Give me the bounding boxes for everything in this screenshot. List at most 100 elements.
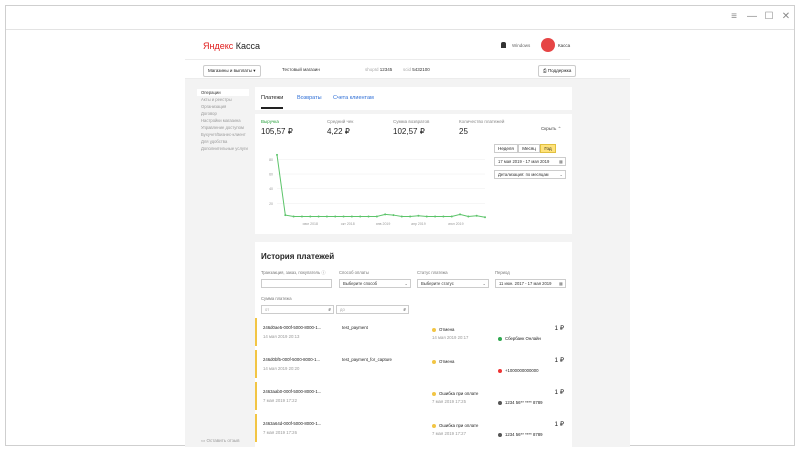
amount-label: Сумма платежа [261, 296, 292, 301]
payment-status-date: 7 мая 2019 17:27 [432, 431, 466, 436]
payment-amount: 1 ₽ [554, 357, 564, 364]
data-point[interactable] [392, 214, 395, 217]
window-titlebar: ≡ — ☐ ✕ [6, 6, 794, 30]
payment-id: 2463aab0-000f-5000-8000-1... [263, 389, 322, 394]
stat-label-refunds[interactable]: Сумма возвратов [393, 119, 429, 124]
data-point[interactable] [367, 215, 370, 218]
maximize-icon[interactable]: ☐ [763, 11, 775, 23]
amount-from-placeholder: от [265, 307, 270, 312]
sidebar-item-operations[interactable]: Операции [197, 89, 249, 96]
support-button[interactable]: ⎙ Поддержка [538, 65, 577, 77]
ruble-icon: ₽ [328, 307, 331, 312]
table-row[interactable]: 2463aab0-000f-5000-8000-1... 7 мая 2019 1… [255, 382, 572, 410]
data-point[interactable] [425, 215, 428, 218]
payment-method: 1234 56** **** 8789 [505, 432, 543, 437]
y-tick-label: 80 [269, 158, 273, 162]
data-point[interactable] [475, 214, 478, 217]
x-tick-label: июл 2018 [303, 222, 318, 226]
data-point[interactable] [442, 215, 445, 218]
data-point[interactable] [359, 215, 362, 218]
data-point[interactable] [400, 215, 403, 218]
method-select[interactable]: Выберите способ ⌄ [339, 279, 411, 288]
date-range-input[interactable]: 17 мая 2019 - 17 мая 2019 ▦ [494, 157, 566, 166]
period-month[interactable]: Месяц [518, 144, 540, 153]
data-point[interactable] [467, 215, 470, 218]
table-row[interactable]: 246d0ae5-000f-5000-8000-1... 14 мая 2019 … [255, 318, 572, 346]
y-tick-label: 20 [269, 202, 273, 206]
tab-invoices[interactable]: Счета клиентам [333, 95, 374, 101]
filter-period-label: Период [495, 270, 510, 275]
sidebar-item-organization[interactable]: Организация [197, 103, 249, 110]
close-icon[interactable]: ✕ [780, 11, 792, 23]
feedback-link[interactable]: ▭ Оставить отзыв [201, 438, 240, 444]
stat-label-revenue[interactable]: Выручка [261, 119, 279, 124]
data-point[interactable] [276, 153, 278, 156]
sidebar-item-convenience[interactable]: Для удобства [197, 138, 249, 145]
data-point[interactable] [384, 213, 387, 216]
test-shop-label: Тестовый магазин [282, 67, 320, 72]
payment-status: Отмена [439, 359, 455, 364]
revenue-chart: 80 60 40 20 июл 2018 окт 2018 янв 2019 апр 2019… [269, 153, 486, 226]
logo[interactable]: Яндекс Касса [203, 41, 260, 51]
sidebar-item-services[interactable]: Дополнительные услуги [197, 145, 249, 152]
filter-search-label-text: Транзакция, заказ, покупатель [261, 270, 321, 275]
sidebar-item-contract[interactable]: Договор [197, 110, 249, 117]
data-point[interactable] [292, 215, 295, 218]
data-point[interactable] [459, 213, 462, 216]
period-week[interactable]: Неделя [494, 144, 518, 153]
data-point[interactable] [409, 215, 412, 218]
data-point[interactable] [434, 215, 437, 218]
minimize-icon[interactable]: — [746, 11, 758, 23]
data-point[interactable] [350, 215, 353, 218]
data-point[interactable] [342, 215, 345, 218]
data-point[interactable] [325, 215, 328, 218]
data-point[interactable] [375, 215, 378, 218]
amount-to-input[interactable]: до ₽ [336, 305, 409, 314]
y-tick-label: 40 [269, 187, 273, 191]
data-point[interactable] [450, 215, 453, 218]
amount-from-input[interactable]: от ₽ [261, 305, 334, 314]
detail-select[interactable]: Детализация: по месяцам ⌄ [494, 170, 566, 179]
bell-icon[interactable] [501, 42, 506, 48]
filter-method-label: Способ оплаты [339, 270, 369, 275]
data-point[interactable] [334, 215, 337, 218]
date-range-value: 17 мая 2019 - 17 мая 2019 [498, 159, 550, 164]
x-tick-label: апр 2019 [411, 222, 426, 226]
data-point[interactable] [309, 215, 312, 218]
data-point[interactable] [417, 214, 420, 217]
period-input[interactable]: 11 июн. 2017 - 17 мая 2019 ▦ [495, 279, 566, 288]
x-tick-label: окт 2018 [341, 222, 355, 226]
table-row[interactable]: 246d0bf5-000f-5000-8000-1... 14 мая 2019 … [255, 350, 572, 378]
stat-label-avg[interactable]: Средний чек [327, 119, 353, 124]
stat-label-count[interactable]: Количество платежей [459, 119, 504, 124]
user-name[interactable]: Windows [512, 43, 530, 48]
scid-value: 5432100 [412, 67, 430, 72]
table-row[interactable]: 2463a64d-000f-5000-8000-1... 7 мая 2019 1… [255, 414, 572, 442]
payment-date: 14 мая 2019 20:20 [263, 366, 300, 371]
payment-method: 1234 56** **** 8789 [505, 400, 543, 405]
period-year[interactable]: Год [540, 144, 556, 153]
sidebar-item-access[interactable]: Управление доступом [197, 124, 249, 131]
status-select[interactable]: Выберите статус ⌄ [417, 279, 489, 288]
menu-icon[interactable]: ≡ [728, 11, 740, 23]
sidebar-item-accounting[interactable]: Бухучет/Бизнес-клиент [197, 131, 249, 138]
data-point[interactable] [317, 215, 320, 218]
tab-payments[interactable]: Платежи [261, 95, 283, 101]
logo-kassa: Касса [235, 41, 261, 51]
sidebar-item-acts[interactable]: Акты и реестры [197, 96, 249, 103]
logo-yandex: Яндекс [203, 41, 234, 51]
payment-method: Сбербанк Онлайн [505, 336, 541, 341]
data-point[interactable] [284, 214, 287, 217]
tab-refunds[interactable]: Возвраты [297, 95, 322, 101]
printer-icon: ⎙ [543, 68, 547, 73]
shop-name[interactable]: Касса [558, 43, 570, 48]
avatar[interactable] [541, 38, 555, 52]
search-input[interactable] [261, 279, 332, 288]
collapse-button[interactable]: Скрыть ⌃ [541, 126, 561, 132]
shops-button[interactable]: Магазины и выплаты ▾ [203, 65, 261, 77]
data-point[interactable] [300, 215, 303, 218]
chevron-up-icon: ⌃ [557, 126, 562, 131]
data-point[interactable] [484, 216, 486, 219]
sidebar-item-settings[interactable]: Настройки магазина [197, 117, 249, 124]
shopid: shopId 12345 [365, 67, 392, 72]
